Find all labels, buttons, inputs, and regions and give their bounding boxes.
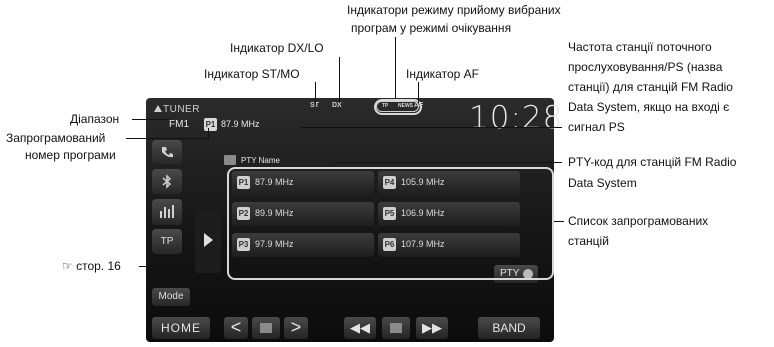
preset-list-caption-line1: Список запрограмованих (568, 214, 709, 228)
st-leader (315, 82, 316, 103)
band-caption: Діапазон (70, 112, 120, 126)
preset-list-button[interactable] (252, 317, 280, 339)
current-frequency: 87.9 MHz (221, 119, 260, 129)
preset-leader-v (208, 128, 209, 139)
dx-caption: Індикатор DX/LO (230, 41, 324, 55)
preset-caption-line1: Запрограмований (6, 131, 106, 145)
seek-back-button[interactable]: ◀◀ (344, 317, 376, 339)
mode-button[interactable]: Mode (152, 288, 190, 306)
standby-leader (395, 37, 396, 99)
pty-caption-line1: PTY-код для станцій FM Radio (568, 155, 737, 169)
stop-icon (390, 323, 402, 333)
equalizer-button[interactable] (152, 199, 182, 225)
preset-list-leader (554, 221, 564, 222)
standby-caption-line1: Індикатори режиму прийому вибраних (347, 3, 561, 17)
preset-list-highlight (227, 167, 554, 280)
list-icon (260, 323, 272, 333)
frequency-caption-line4: Data System, якщо на вході є (568, 100, 730, 114)
phone-button[interactable] (152, 140, 182, 164)
equalizer-icon (160, 205, 174, 218)
tp-button[interactable]: TP (152, 229, 182, 254)
pty-icon (224, 155, 236, 165)
dx-leader (339, 57, 340, 103)
seek-forward-button[interactable]: ▶▶ (416, 317, 448, 339)
preset-list-caption-line2: станцій (568, 234, 609, 248)
frequency-caption-line3: станції) для станцій FM Radio (568, 80, 733, 94)
frequency-caption-line5: сигнал PS (568, 120, 625, 134)
band-indicator: FM1 (169, 119, 189, 130)
standby-caption-line2: програм у режимі очікування (351, 21, 512, 35)
eject-icon (154, 105, 162, 112)
af-caption: Індикатор AF (406, 67, 479, 81)
preset-leader-h (126, 138, 208, 139)
preset-caption-line2: номер програми (25, 148, 116, 162)
band-leader (132, 119, 169, 120)
st-caption: Індикатор ST/MO (204, 67, 300, 81)
stop-button[interactable] (382, 317, 410, 339)
next-preset-button[interactable]: > (284, 317, 308, 339)
page-reference: ☞ стор. 16 (62, 259, 121, 273)
pty-caption-line2: Data System (568, 176, 637, 190)
bluetooth-button[interactable] (152, 169, 182, 194)
source-label: TUNER (154, 104, 200, 115)
phone-icon (162, 147, 173, 158)
frequency-leader (300, 127, 562, 128)
clock: 10:28 (469, 100, 564, 136)
st-indicator: ST (310, 102, 319, 109)
band-button[interactable]: BAND (478, 317, 540, 339)
page-ref-leader (139, 266, 157, 267)
bluetooth-icon (162, 174, 172, 189)
dx-indicator: DX (332, 102, 342, 109)
frequency-caption-line2: прослуховування/PS (назва (568, 60, 723, 74)
home-button[interactable]: HOME (152, 317, 210, 339)
current-preset-number: P1 (204, 118, 217, 131)
arrow-right-icon (204, 233, 213, 247)
standby-highlight (374, 99, 422, 115)
af-leader (418, 82, 419, 103)
frequency-caption-line1: Частота станції поточного (568, 40, 712, 54)
pty-name: PTY Name (241, 156, 280, 165)
expand-panel-button[interactable] (195, 209, 221, 273)
pty-leader (335, 162, 562, 163)
prev-preset-button[interactable]: < (224, 317, 248, 339)
